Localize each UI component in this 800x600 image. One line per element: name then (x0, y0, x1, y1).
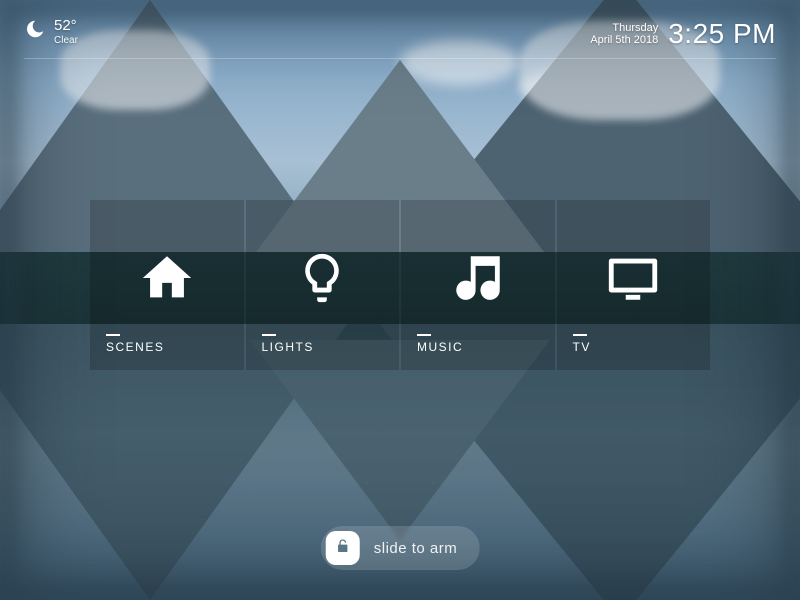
tile-label: MUSIC (417, 340, 539, 354)
tile-accent (417, 334, 431, 336)
tile-scenes[interactable]: SCENES (90, 200, 244, 370)
quick-tiles: SCENES LIGHTS MUSIC TV (90, 200, 710, 370)
home-icon (106, 222, 228, 334)
header-divider (24, 58, 776, 59)
tile-accent (106, 334, 120, 336)
music-note-icon (417, 222, 539, 334)
status-bar: 52° Clear Thursday April 5th 2018 3:25 P… (24, 18, 776, 50)
moon-icon (24, 18, 46, 45)
tile-music[interactable]: MUSIC (401, 200, 555, 370)
tile-accent (262, 334, 276, 336)
temperature: 52° (54, 18, 78, 35)
slider-knob[interactable] (326, 531, 360, 565)
tv-icon (573, 222, 695, 334)
tile-accent (573, 334, 587, 336)
weekday: Thursday (612, 22, 658, 34)
tile-label: LIGHTS (262, 340, 384, 354)
bulb-icon (262, 222, 384, 334)
weather-condition: Clear (54, 35, 78, 46)
tile-lights[interactable]: LIGHTS (246, 200, 400, 370)
date: April 5th 2018 (590, 34, 658, 46)
tile-tv[interactable]: TV (557, 200, 711, 370)
tile-label: TV (573, 340, 695, 354)
unlock-icon (335, 538, 351, 559)
clock: 3:25 PM (668, 18, 776, 50)
weather-widget[interactable]: 52° Clear (24, 18, 78, 46)
datetime-widget: Thursday April 5th 2018 3:25 PM (590, 18, 776, 50)
tile-label: SCENES (106, 340, 228, 354)
slide-to-arm[interactable]: slide to arm (321, 526, 480, 570)
slider-label: slide to arm (374, 540, 458, 557)
